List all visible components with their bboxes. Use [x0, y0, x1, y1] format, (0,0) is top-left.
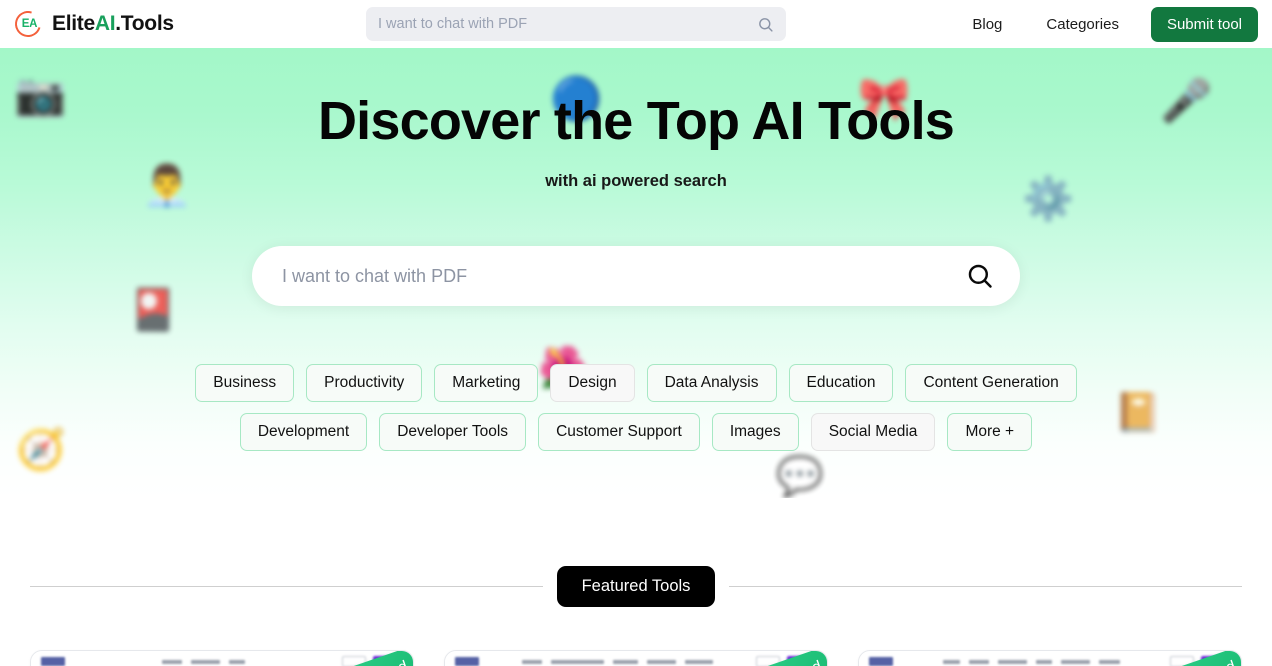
- thumbnail-nav-item: [228, 659, 246, 664]
- thumbnail-nav-items: [486, 659, 749, 664]
- page-title: Discover the Top AI Tools: [317, 91, 955, 151]
- featured-cards-grid: Featured Featured Featured: [30, 650, 1242, 666]
- main-search-input[interactable]: [282, 265, 966, 287]
- site-header: EA EliteAI.Tools Blog Categories Submit …: [0, 0, 1272, 48]
- card-thumbnail: [859, 651, 1241, 666]
- category-chip-productivity[interactable]: Productivity: [306, 364, 423, 403]
- featured-tools-section: Featured Tools Featured Featured Featured: [0, 566, 1272, 666]
- thumbnail-nav-item: [551, 659, 605, 664]
- divider-left: [30, 586, 543, 587]
- category-chip-list: Business Productivity Marketing Design Data …: [136, 364, 1136, 452]
- hero-section: 📷👨‍💼🎴🧭🔵🌺💬🎀⚙️🎤📔 Discover the Top AI Tools…: [0, 48, 1272, 498]
- thumbnail-nav-items: [72, 659, 335, 664]
- header-nav: Blog Categories Submit tool: [950, 0, 1258, 48]
- thumbnail-logo-icon: [455, 657, 479, 666]
- category-chip-developer-tools[interactable]: Developer Tools: [379, 413, 527, 452]
- thumbnail-nav-item: [613, 659, 638, 664]
- category-chip-business[interactable]: Business: [195, 364, 295, 403]
- featured-card-1[interactable]: Featured: [30, 650, 414, 666]
- thumbnail-nav-item: [968, 659, 990, 664]
- thumbnail-nav-item: [647, 659, 676, 664]
- header-search-box[interactable]: [366, 7, 786, 41]
- thumbnail-nav-item: [1099, 659, 1120, 664]
- brand-logo[interactable]: EA EliteAI.Tools: [10, 6, 174, 42]
- thumbnail-navbar: [859, 651, 1241, 666]
- brand-wordmark: EliteAI.Tools: [52, 12, 174, 36]
- brand-prefix: Elite: [52, 12, 95, 35]
- thumbnail-logo-icon: [41, 657, 65, 666]
- search-icon[interactable]: [966, 262, 994, 290]
- nav-link-blog[interactable]: Blog: [950, 10, 1024, 39]
- brand-suffix: .Tools: [115, 12, 174, 35]
- search-icon[interactable]: [757, 16, 774, 33]
- thumbnail-nav-item: [943, 659, 960, 664]
- thumbnail-nav-item: [1061, 659, 1091, 664]
- thumbnail-nav-item: [161, 659, 183, 664]
- nav-link-categories[interactable]: Categories: [1024, 10, 1141, 39]
- thumbnail-nav-item: [998, 659, 1027, 664]
- category-chip-images[interactable]: Images: [711, 413, 799, 452]
- category-chip-marketing[interactable]: Marketing: [434, 364, 539, 403]
- featured-card-2[interactable]: Featured: [444, 650, 828, 666]
- main-search-box[interactable]: [252, 246, 1020, 307]
- category-chip-education[interactable]: Education: [788, 364, 894, 403]
- category-chip-content-generation[interactable]: Content Generation: [905, 364, 1077, 403]
- page-subtitle: with ai powered search: [545, 172, 727, 191]
- category-chip-design[interactable]: Design: [550, 364, 635, 403]
- card-thumbnail: [445, 651, 827, 666]
- category-chip-more[interactable]: More +: [947, 413, 1033, 452]
- category-chip-data-analysis[interactable]: Data Analysis: [646, 364, 777, 403]
- featured-card-3[interactable]: Featured: [858, 650, 1242, 666]
- divider-right: [729, 586, 1243, 587]
- submit-tool-button[interactable]: Submit tool: [1150, 6, 1258, 42]
- featured-divider: Featured Tools: [30, 566, 1243, 607]
- thumbnail-nav-item: [1036, 659, 1053, 664]
- brand-accent: AI: [94, 12, 116, 35]
- thumbnail-logo-icon: [869, 657, 893, 666]
- thumbnail-nav-item: [521, 659, 543, 664]
- thumbnail-navbar: [31, 651, 413, 666]
- eliteai-circle-logo: EA: [10, 6, 46, 42]
- thumbnail-nav-items: [900, 659, 1163, 664]
- card-thumbnail: [31, 651, 413, 666]
- green-chat-icon: 💬: [776, 456, 824, 498]
- featured-tools-label: Featured Tools: [556, 566, 716, 607]
- thumbnail-nav-item: [684, 659, 714, 664]
- thumbnail-nav-item: [191, 659, 220, 664]
- category-chip-development[interactable]: Development: [239, 413, 368, 452]
- thumbnail-navbar: [445, 651, 827, 666]
- logo-initials: EA: [21, 18, 38, 30]
- header-search-input[interactable]: [378, 16, 757, 32]
- category-chip-social-media[interactable]: Social Media: [810, 413, 936, 452]
- category-chip-customer-support[interactable]: Customer Support: [538, 413, 700, 452]
